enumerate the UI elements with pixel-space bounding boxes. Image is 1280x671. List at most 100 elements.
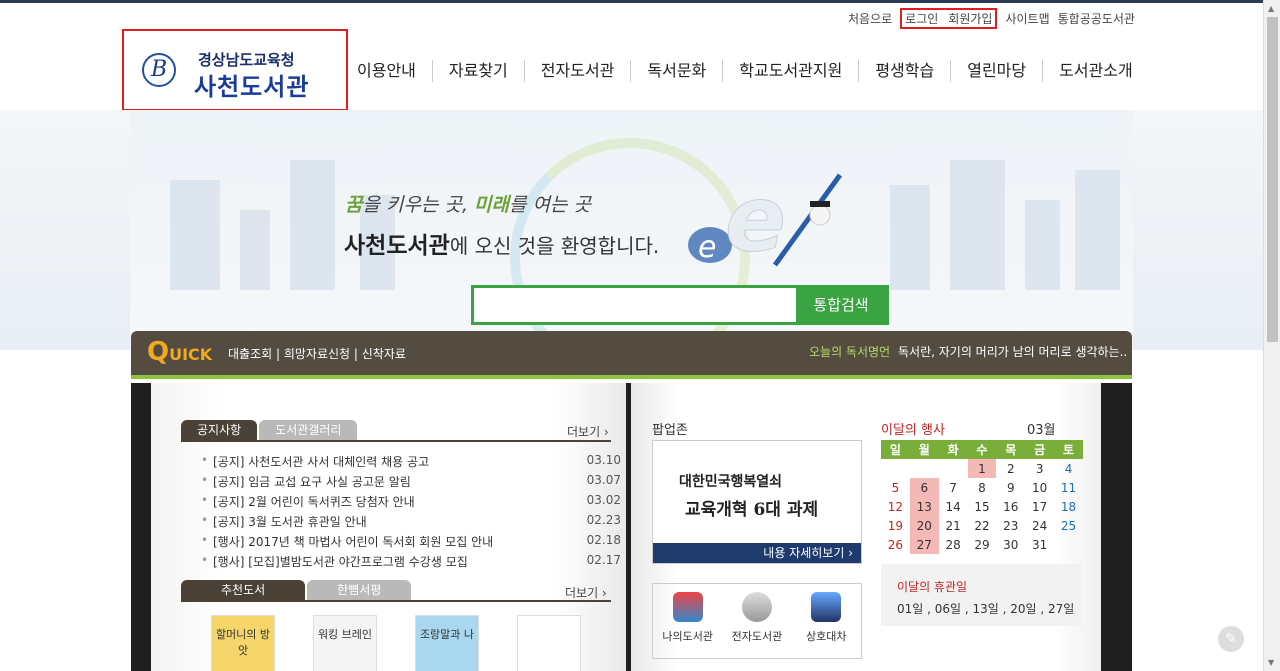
calendar-day[interactable]: 18: [1054, 497, 1083, 516]
calendar-day[interactable]: 11: [1054, 478, 1083, 497]
calendar-day[interactable]: 12: [881, 497, 910, 516]
popup-detail-link[interactable]: 내용 자세히보기 ›: [653, 543, 861, 563]
closed-days-title: 이달의 휴관일: [897, 580, 968, 594]
calendar-day[interactable]: 31: [1025, 535, 1054, 554]
list-item[interactable]: [공지] 3월 도서관 휴관일 안내02.23: [201, 513, 631, 533]
quick-links[interactable]: 대출조회 | 희망자료신청 | 신착자료: [228, 345, 406, 362]
main-nav: 이용안내 자료찾기 전자도서관 독서문화 학교도서관지원 평생학습 열린마당 도…: [357, 60, 1149, 82]
calendar-day[interactable]: 7: [939, 478, 968, 497]
calendar-day[interactable]: 3: [1025, 459, 1054, 478]
calendar-day[interactable]: 1: [967, 459, 997, 478]
notice-list: [공지] 사천도서관 사서 대체인력 채용 공고03.10 [공지] 임금 교섭…: [201, 453, 631, 573]
list-item[interactable]: [공지] 2월 어린이 독서퀴즈 당첨자 안내03.02: [201, 493, 631, 513]
nav-item[interactable]: 평생학습: [858, 60, 950, 82]
weekday-header: 수: [967, 440, 997, 459]
interlibrary-loan-link[interactable]: 상호대차: [796, 592, 856, 658]
tab-review[interactable]: 한뼘서평: [307, 580, 412, 600]
search-button[interactable]: 통합검색: [796, 288, 886, 322]
hero-slogan: 꿈을 키우는 곳, 미래를 여는 곳: [345, 194, 592, 216]
weekday-header: 토: [1054, 440, 1083, 459]
tab-underline: [181, 600, 611, 602]
home-link[interactable]: 처음으로: [848, 10, 892, 27]
calendar-title: 이달의 행사: [881, 423, 945, 438]
closed-days-box: 이달의 휴관일 01일 , 06일 , 13일 , 20일 , 27일: [881, 564, 1082, 626]
service-links: 나의도서관 전자도서관 상호대차: [652, 583, 862, 659]
login-link[interactable]: 로그인: [905, 10, 938, 27]
building-shape: [170, 180, 220, 290]
calendar-day[interactable]: 27: [909, 535, 939, 554]
popup-banner[interactable]: 대한민국행복열쇠 교육개혁 6대 과제 내용 자세히보기 ›: [652, 440, 862, 564]
calendar-day: [881, 459, 910, 478]
calendar-day[interactable]: 16: [996, 497, 1025, 516]
calendar-day[interactable]: 8: [968, 478, 997, 497]
nav-item[interactable]: 도서관소개: [1042, 60, 1149, 82]
scroll-down-icon[interactable]: ▼: [1268, 658, 1274, 667]
nav-item[interactable]: 열린마당: [950, 60, 1042, 82]
calendar-day[interactable]: 17: [1025, 497, 1054, 516]
popup-line1: 대한민국행복열쇠: [679, 474, 783, 490]
join-link[interactable]: 회원가입: [948, 10, 992, 27]
nav-item[interactable]: 독서문화: [630, 60, 722, 82]
scroll-thumb[interactable]: [1267, 17, 1278, 342]
auth-links: 로그인 회원가입: [900, 8, 998, 29]
tab-gallery[interactable]: 도서관갤러리: [259, 420, 358, 440]
calendar-day[interactable]: 13: [909, 497, 939, 516]
calendar-day[interactable]: 23: [996, 516, 1025, 535]
nav-item[interactable]: 이용안내: [357, 60, 432, 82]
search-input[interactable]: [474, 288, 796, 322]
popup-zone-title: 팝업존: [652, 423, 688, 438]
calendar-day[interactable]: 4: [1054, 459, 1083, 478]
calendar-day[interactable]: 24: [1025, 516, 1054, 535]
scroll-up-icon[interactable]: ▲: [1268, 4, 1274, 13]
weekday-header: 금: [1025, 440, 1055, 459]
calendar-day[interactable]: 29: [968, 535, 997, 554]
books-icon: [672, 592, 703, 622]
my-library-link[interactable]: 나의도서관: [658, 592, 718, 658]
books-more-link[interactable]: 더보기 ›: [565, 584, 607, 601]
calendar-day[interactable]: 15: [968, 497, 997, 516]
calendar-day[interactable]: 9: [996, 478, 1025, 497]
calendar-day[interactable]: 10: [1025, 478, 1054, 497]
nav-item[interactable]: 전자도서관: [523, 60, 631, 82]
cd-icon: [741, 592, 772, 622]
library-emblem-icon: [142, 53, 176, 87]
calendar-day[interactable]: 26: [881, 535, 910, 554]
calendar-day[interactable]: 2: [996, 459, 1025, 478]
calendar-day[interactable]: 20: [909, 516, 939, 535]
tab-recommended[interactable]: 추천도서: [181, 580, 306, 600]
weekday-header: 화: [938, 440, 968, 459]
book-cover[interactable]: 워킹 브레인: [313, 615, 377, 671]
nav-item[interactable]: 학교도서관지원: [722, 60, 858, 82]
calendar-day[interactable]: 30: [996, 535, 1025, 554]
calendar-day[interactable]: 5: [881, 478, 910, 497]
integrated-library-link[interactable]: 통합공공도서관: [1058, 10, 1135, 27]
book-list: 할머니의 방앗 워킹 브레인 조랑말과 나: [211, 615, 581, 671]
page-scrollbar[interactable]: ▲ ▼: [1263, 0, 1280, 671]
calendar-day[interactable]: 19: [881, 516, 910, 535]
book-cover[interactable]: [517, 615, 581, 671]
list-item[interactable]: [행사] [모집]별밤도서관 야간프로그램 수강생 모집02.17: [201, 553, 631, 573]
calendar-day: [939, 459, 968, 478]
sitemap-link[interactable]: 사이트맵: [1005, 10, 1049, 27]
calendar-day[interactable]: 25: [1054, 516, 1083, 535]
list-item[interactable]: [행사] 2017년 책 마법사 어린이 독서회 회원 모집 안내02.18: [201, 533, 631, 553]
quick-bar: QUICK 대출조회 | 희망자료신청 | 신착자료 오늘의 독서명언 독서란,…: [131, 331, 1132, 379]
book-cover[interactable]: 조랑말과 나: [415, 615, 479, 671]
book-cover[interactable]: 할머니의 방앗: [211, 615, 275, 671]
notice-more-link[interactable]: 더보기 ›: [567, 423, 609, 440]
list-item[interactable]: [공지] 사천도서관 사서 대체인력 채용 공고03.10: [201, 453, 631, 473]
site-logo[interactable]: 경상남도교육청 사천도서관: [122, 29, 348, 111]
nav-item[interactable]: 자료찾기: [431, 60, 524, 82]
calendar-day[interactable]: 28: [939, 535, 968, 554]
building-shape: [1075, 170, 1120, 290]
weekday-header: 월: [909, 440, 939, 459]
calendar-day[interactable]: 14: [939, 497, 968, 516]
calendar-day[interactable]: 6: [909, 478, 939, 497]
e-library-link[interactable]: 전자도서관: [727, 592, 787, 658]
right-page: 팝업존 대한민국행복열쇠 교육개혁 6대 과제 내용 자세히보기 › 나의도서관…: [631, 383, 1101, 671]
tab-notices[interactable]: 공지사항: [181, 420, 258, 440]
floating-feedback-icon[interactable]: ✎: [1218, 626, 1244, 652]
calendar-day[interactable]: 21: [939, 516, 968, 535]
calendar-day[interactable]: 22: [968, 516, 997, 535]
list-item[interactable]: [공지] 임금 교섭 요구 사실 공고문 알림03.07: [201, 473, 631, 493]
